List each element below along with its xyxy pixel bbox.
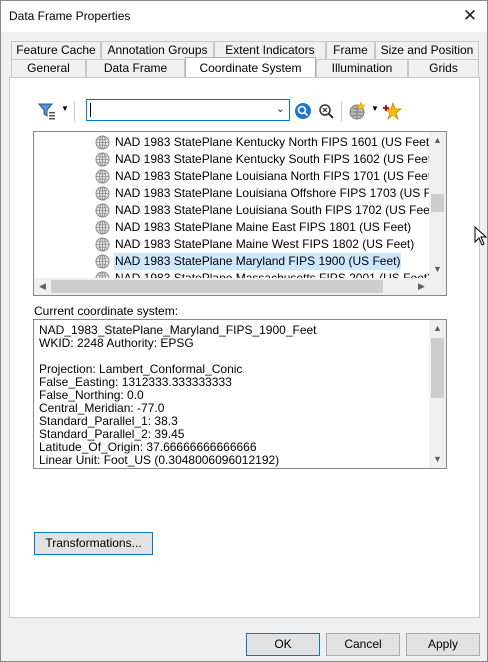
cs-line: Linear Unit: Foot_US (0.3048006096012192… (39, 453, 280, 467)
mouse-pointer-icon (474, 226, 488, 246)
tab-data-frame[interactable]: Data Frame (86, 59, 185, 77)
dialog-window: Data Frame Properties ✕ Feature Cache An… (0, 0, 488, 662)
tree-item-label: NAD 1983 StatePlane Maine East FIPS 1801… (115, 220, 412, 234)
scroll-up-icon[interactable]: ▲ (429, 320, 446, 337)
tab-size-and-position[interactable]: Size and Position (375, 41, 479, 59)
search-input[interactable]: ⌄ (86, 99, 290, 121)
globe-icon (95, 186, 110, 201)
close-button[interactable]: ✕ (453, 1, 487, 31)
scroll-up-icon[interactable]: ▲ (429, 132, 446, 149)
cancel-button[interactable]: Cancel (326, 633, 400, 656)
tab-illumination[interactable]: Illumination (316, 59, 408, 77)
tab-coordinate-system[interactable]: Coordinate System (185, 57, 316, 77)
ok-button[interactable]: OK (246, 633, 320, 656)
clear-search-icon[interactable] (316, 101, 336, 121)
tab-feature-cache[interactable]: Feature Cache (11, 41, 101, 59)
globe-icon (95, 203, 110, 218)
scroll-down-icon[interactable]: ▼ (429, 261, 446, 278)
scroll-right-icon[interactable]: ▶ (413, 278, 430, 295)
apply-button[interactable]: Apply (406, 633, 480, 656)
globe-icon (95, 135, 110, 150)
tree-item-label: NAD 1983 StatePlane Kentucky North FIPS … (115, 135, 434, 149)
toolbar-separator (341, 101, 342, 121)
scroll-corner (429, 278, 446, 295)
globe-icon (95, 254, 110, 269)
tree-horizontal-scroll-thumb[interactable] (51, 280, 383, 293)
tree-vertical-scroll-thumb[interactable] (431, 194, 444, 212)
tree-item-label: NAD 1983 StatePlane Louisiana Offshore F… (115, 186, 447, 200)
text-caret (90, 103, 91, 117)
tree-horizontal-scrollbar[interactable]: ◀ ▶ (34, 278, 430, 295)
filter-icon[interactable] (37, 101, 57, 121)
tab-grids[interactable]: Grids (408, 59, 479, 77)
current-coordinate-system-text[interactable]: NAD_1983_StatePlane_Maryland_FIPS_1900_F… (33, 319, 447, 469)
title-bar: Data Frame Properties ✕ (1, 1, 487, 32)
transformations-button[interactable]: Transformations... (34, 532, 153, 555)
tree-item-label: NAD 1983 StatePlane Maryland FIPS 1900 (… (114, 253, 402, 270)
chevron-down-icon[interactable]: ⌄ (276, 102, 285, 115)
tab-row-2: General Data Frame Coordinate System Ill… (9, 57, 480, 77)
cs-line: WKID: 2248 Authority: EPSG (39, 336, 194, 350)
tree-vertical-scrollbar[interactable]: ▲ ▼ (429, 132, 446, 278)
coordinate-system-tree[interactable]: NAD 1983 StatePlane Kentucky North FIPS … (33, 131, 447, 296)
tree-item-label: NAD 1983 StatePlane Louisiana South FIPS… (115, 203, 438, 217)
tab-general[interactable]: General (11, 59, 86, 77)
globe-icon (95, 220, 110, 235)
favorite-add-icon[interactable] (383, 101, 403, 121)
search-icon[interactable] (293, 101, 313, 121)
current-coordinate-system-label: Current coordinate system: (34, 304, 179, 318)
tree-item-label: NAD 1983 StatePlane Louisiana North FIPS… (115, 169, 436, 183)
window-title: Data Frame Properties (9, 9, 131, 23)
scroll-left-icon[interactable]: ◀ (34, 278, 51, 295)
cs-vertical-scrollbar[interactable]: ▲ ▼ (429, 320, 446, 468)
cs-vertical-scroll-thumb[interactable] (431, 338, 444, 398)
toolbar-separator (74, 101, 75, 121)
globe-icon (95, 237, 110, 252)
globe-icon (95, 169, 110, 184)
tree-item-label: NAD 1983 StatePlane Kentucky South FIPS … (115, 152, 436, 166)
globe-add-icon[interactable] (348, 101, 368, 121)
filter-dropdown-icon[interactable]: ▼ (61, 104, 69, 113)
toolbar: ▼ ⌄ ▼ (25, 99, 465, 123)
globe-icon (95, 152, 110, 167)
scroll-down-icon[interactable]: ▼ (429, 451, 446, 468)
add-dropdown-icon[interactable]: ▼ (371, 104, 379, 113)
tab-frame[interactable]: Frame (326, 41, 375, 59)
tree-item-label: NAD 1983 StatePlane Maine West FIPS 1802… (115, 237, 415, 251)
